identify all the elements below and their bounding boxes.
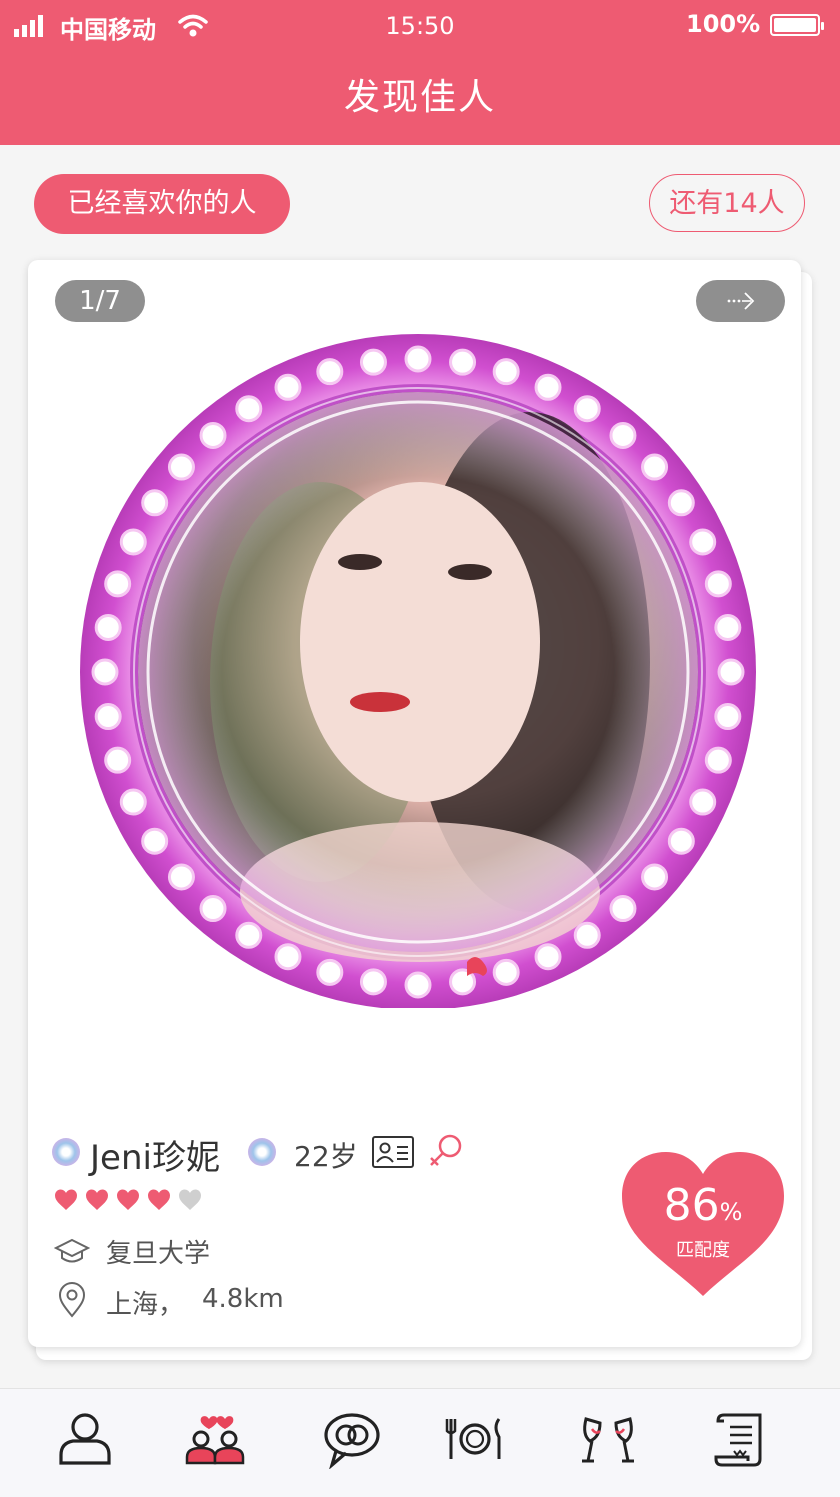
ring-bulb	[492, 358, 520, 386]
ring-bulb	[274, 943, 302, 971]
arrow-right-icon	[727, 292, 754, 310]
ring-bulb	[717, 658, 745, 686]
ring-bulb	[119, 528, 147, 556]
battery-percent: 100%	[686, 10, 761, 38]
ring-bulb	[167, 453, 195, 481]
remaining-count-button[interactable]: 还有14人	[649, 174, 805, 232]
ring-bulb	[667, 489, 695, 517]
status-bar: 中国移动 15:50 100%	[0, 0, 840, 52]
ring-bulb	[119, 788, 147, 816]
ring-bulb	[573, 395, 601, 423]
heart-filled-icon	[117, 1189, 139, 1210]
match-label: 匹配度	[676, 1240, 730, 1261]
ring-bulb	[704, 570, 732, 598]
ring-bulb	[714, 613, 742, 641]
ring-bulb	[91, 658, 119, 686]
ring-bulb	[609, 895, 637, 923]
ring-bulb	[274, 373, 302, 401]
ring-bulb	[404, 971, 432, 999]
scroll-icon[interactable]	[710, 1409, 770, 1469]
ring-bulb	[689, 528, 717, 556]
chat-icon[interactable]	[322, 1409, 382, 1469]
ring-bulb	[404, 345, 432, 373]
profile-icon[interactable]	[55, 1409, 115, 1469]
ring-bulb	[316, 958, 344, 986]
ring-bulb	[141, 827, 169, 855]
dining-icon[interactable]	[445, 1409, 505, 1469]
couple-icon[interactable]	[185, 1409, 245, 1469]
ring-bulb	[667, 827, 695, 855]
ring-bulb	[573, 921, 601, 949]
profile-name: Jeni珍妮	[90, 1138, 220, 1178]
ring-bulb	[94, 703, 122, 731]
ring-bulb	[609, 421, 637, 449]
ring-bulb	[141, 489, 169, 517]
ring-bulb	[235, 921, 263, 949]
match-percent: 86%	[663, 1180, 743, 1231]
ring-bulb	[199, 421, 227, 449]
ring-bulb	[449, 348, 477, 376]
ring-bulb	[714, 703, 742, 731]
heart-empty-icon	[179, 1189, 201, 1210]
vip-badge-icon	[248, 1138, 276, 1166]
ring-bulb	[199, 895, 227, 923]
ring-bulb	[641, 453, 669, 481]
page-indicator: 1/7	[55, 280, 145, 322]
school-name: 复旦大学	[106, 1239, 211, 1269]
battery-icon	[770, 14, 824, 36]
page-title: 发现佳人	[343, 77, 496, 118]
bottom-tab-bar	[0, 1388, 840, 1497]
ring-bulb	[359, 968, 387, 996]
ring-bulb	[104, 570, 132, 598]
location-pin-icon	[58, 1282, 86, 1318]
ring-bulb	[316, 358, 344, 386]
heart-filled-icon	[148, 1189, 170, 1210]
ring-bulb	[704, 746, 732, 774]
vip-badge-icon	[52, 1138, 80, 1166]
ring-bulb	[167, 863, 195, 891]
id-card-icon	[372, 1136, 414, 1168]
ring-bulb	[359, 348, 387, 376]
ring-bulb	[689, 788, 717, 816]
ring-bulb	[94, 613, 122, 641]
profile-card[interactable]: 1/7 Jeni珍妮 22岁 复旦大学 上海， 4.8km 86% 匹配度	[28, 260, 801, 1347]
city-name: 上海，	[106, 1290, 185, 1320]
heart-filled-icon	[55, 1189, 77, 1210]
ring-bulb	[492, 958, 520, 986]
top-bar: 中国移动 15:50 100% 发现佳人	[0, 0, 840, 145]
profile-age: 22岁	[294, 1140, 358, 1173]
distance: 4.8km	[202, 1284, 284, 1314]
match-score-badge: 86% 匹配度	[618, 1150, 788, 1300]
ring-bulb	[235, 395, 263, 423]
heart-filled-icon	[86, 1189, 108, 1210]
profile-photo[interactable]	[60, 332, 776, 1008]
ring-bulb	[104, 746, 132, 774]
liked-you-button[interactable]: 已经喜欢你的人	[34, 174, 290, 234]
ring-bulb	[534, 943, 562, 971]
next-button[interactable]	[696, 280, 785, 322]
ring-bulb	[534, 373, 562, 401]
female-icon	[430, 1134, 462, 1166]
toast-icon[interactable]	[578, 1409, 638, 1469]
ring-bulb	[641, 863, 669, 891]
graduation-cap-icon	[54, 1238, 90, 1263]
